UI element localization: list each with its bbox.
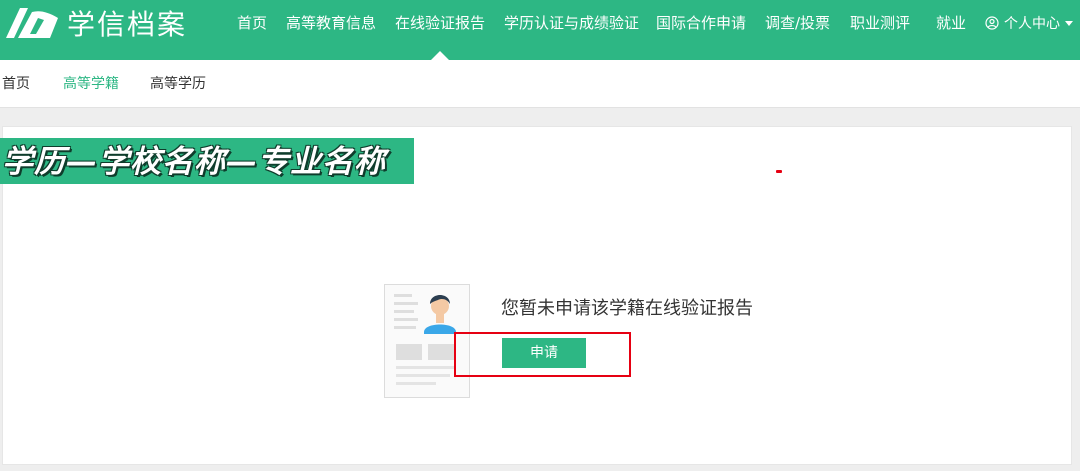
nav-higher-education-info[interactable]: 高等教育信息 <box>286 13 376 33</box>
nav-online-verification-report[interactable]: 在线验证报告 <box>395 13 485 33</box>
red-marker-dot <box>776 170 782 173</box>
empty-state-message: 您暂未申请该学籍在线验证报告 <box>501 298 753 319</box>
banner-notch <box>293 134 414 138</box>
nav-survey-vote[interactable]: 调查/投票 <box>765 13 830 33</box>
user-center-label: 个人中心 <box>1004 16 1060 32</box>
nav-international-cooperation[interactable]: 国际合作申请 <box>656 13 746 33</box>
chevron-down-icon <box>1065 20 1073 26</box>
nav-employment[interactable]: 就业 <box>936 13 966 33</box>
subnav-higher-degree[interactable]: 高等学历 <box>150 75 206 93</box>
user-center-menu[interactable]: 个人中心 <box>985 13 1073 33</box>
nav-home[interactable]: 首页 <box>237 13 267 33</box>
nav-degree-certification[interactable]: 学历认证与成绩验证 <box>504 13 639 33</box>
top-navigation-bar: 学信档案 首页 高等教育信息 在线验证报告 学历认证与成绩验证 国际合作申请 调… <box>0 0 1080 60</box>
active-nav-indicator <box>431 51 449 60</box>
apply-button[interactable]: 申请 <box>502 338 586 368</box>
logo-icon <box>6 8 58 38</box>
user-circle-icon <box>985 16 999 30</box>
annotation-banner-text: 学历—学校名称—专业名称 <box>2 144 386 180</box>
report-document-icon <box>384 284 470 398</box>
sub-navigation-bar: 首页 高等学籍 高等学历 <box>0 60 1080 108</box>
nav-career-assessment[interactable]: 职业测评 <box>850 13 910 33</box>
subnav-higher-enrollment[interactable]: 高等学籍 <box>63 75 119 93</box>
brand-title[interactable]: 学信档案 <box>67 8 187 42</box>
subnav-home[interactable]: 首页 <box>2 75 30 93</box>
